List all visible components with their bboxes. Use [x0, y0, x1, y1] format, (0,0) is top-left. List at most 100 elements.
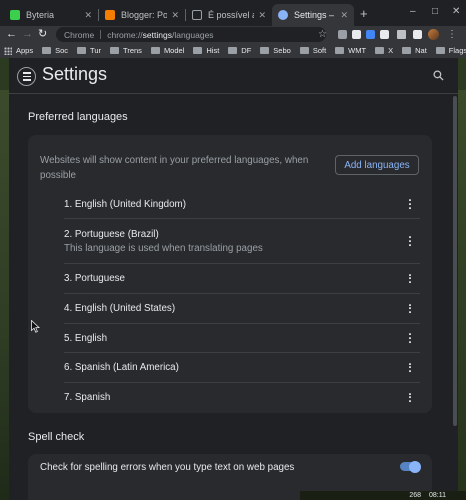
language-row: 7. Spanish: [64, 383, 420, 412]
maximize-icon[interactable]: □: [432, 6, 438, 17]
more-actions-kebab-icon[interactable]: [408, 303, 412, 314]
language-list: 1. English (United Kingdom) 2. Portugues…: [64, 190, 420, 412]
more-actions-kebab-icon[interactable]: [408, 333, 412, 343]
tab-title: Settings – Langua: [294, 10, 336, 20]
spell-check-toggle[interactable]: [400, 460, 421, 473]
extension-icon[interactable]: [366, 30, 375, 39]
bookmark-label: Sebo: [273, 46, 291, 55]
more-actions-kebab-icon[interactable]: [408, 199, 412, 209]
url-host: settings: [142, 29, 172, 40]
close-tab-icon[interactable]: ✕: [171, 10, 179, 21]
shield-extension-icon[interactable]: [338, 30, 347, 39]
more-actions-kebab-icon[interactable]: [408, 236, 412, 246]
page-scrollbar[interactable]: [453, 96, 457, 500]
page-favicon-icon: [192, 10, 202, 20]
site-chip: Chrome: [64, 29, 95, 40]
tab-strip: Byteria ✕ Blogger: Posts ✕ É possível al…: [0, 0, 466, 26]
close-tab-icon[interactable]: ✕: [258, 10, 266, 21]
settings-header: Settings: [9, 58, 458, 94]
bookmarks-bar: Apps Soc Tur Trens Model Hist DF Sebo So…: [0, 43, 466, 58]
bookmark-label: Soc: [55, 46, 69, 55]
more-actions-kebab-icon[interactable]: [408, 273, 412, 284]
bookmark-label: Apps: [16, 46, 34, 55]
bookmark-folder[interactable]: Flags: [435, 46, 466, 55]
more-actions-kebab-icon[interactable]: [408, 392, 412, 403]
bookmark-folder[interactable]: Tur: [77, 46, 101, 55]
bookmark-label: Nat: [415, 46, 427, 55]
clock: 08:11: [429, 492, 446, 499]
puzzle-extensions-icon[interactable]: [397, 30, 406, 39]
bookmark-label: DF: [241, 46, 252, 55]
address-bar[interactable]: Chrome chrome://settings/languages: [56, 27, 326, 42]
folder-icon: [110, 47, 120, 54]
preferred-languages-description: Websites will show content in your prefe…: [40, 155, 309, 181]
language-row: 3. Portuguese: [64, 264, 420, 294]
url-text: chrome://settings/languages: [107, 30, 213, 40]
bookmark-folder[interactable]: X: [375, 46, 393, 55]
bookmark-folder[interactable]: WMT: [335, 46, 366, 55]
back-arrow-icon[interactable]: ←: [6, 27, 17, 42]
bookmark-label: X: [388, 46, 394, 55]
bookmark-label: WMT: [348, 46, 367, 55]
bookmark-label: Model: [163, 46, 185, 55]
url-path: /languages: [171, 29, 214, 40]
minimize-icon[interactable]: –: [410, 6, 416, 17]
reload-icon[interactable]: ↻: [38, 27, 47, 42]
bookmark-star-icon[interactable]: ☆: [318, 27, 327, 42]
new-tab-plus-icon[interactable]: +: [360, 6, 368, 21]
language-row: 1. English (United Kingdom): [64, 190, 420, 219]
tab-byteria[interactable]: Byteria ✕: [4, 4, 98, 26]
system-taskbar: 268 08:11: [300, 491, 466, 500]
folder-icon: [42, 47, 52, 54]
bookmark-folder[interactable]: Trens: [110, 46, 142, 55]
settings-page: Settings Preferred languages Websites wi…: [9, 58, 458, 500]
bookmark-folder[interactable]: Sebo: [260, 46, 291, 55]
tab-blogger[interactable]: Blogger: Posts ✕: [99, 4, 185, 26]
bookmark-folder[interactable]: Model: [150, 46, 185, 55]
profile-avatar[interactable]: [428, 29, 439, 40]
tab-settings-languages[interactable]: Settings – Langua ✕: [272, 4, 354, 26]
preferred-languages-heading: Preferred languages: [28, 111, 128, 123]
language-row: 4. English (United States): [64, 294, 420, 324]
bookmark-apps[interactable]: Apps: [4, 46, 33, 55]
language-name: 2. Portuguese (Brazil): [64, 228, 159, 240]
search-icon[interactable]: [433, 70, 444, 81]
folder-icon: [335, 47, 345, 54]
translation-language-note: This language is used when translating p…: [64, 242, 263, 254]
bookmark-folder[interactable]: Soc: [42, 46, 68, 55]
menu-line: [22, 72, 31, 74]
url-scheme: chrome://: [107, 29, 143, 40]
forward-arrow-icon[interactable]: →: [22, 27, 33, 42]
omnibox-divider: [100, 30, 102, 39]
bookmark-folder[interactable]: Soft: [299, 46, 326, 55]
tab-question[interactable]: É possível alterar ✕: [186, 4, 272, 26]
language-name: 5. English: [64, 332, 108, 344]
folder-icon: [260, 47, 270, 54]
browser-menu-kebab-icon[interactable]: ⋮: [447, 27, 457, 42]
close-tab-icon[interactable]: ✕: [340, 10, 348, 21]
mouse-pointer-icon: [31, 320, 40, 333]
add-languages-button[interactable]: Add languages: [335, 155, 419, 175]
blogger-favicon-icon: [105, 10, 115, 20]
language-row: 2. Portuguese (Brazil) This language is …: [64, 219, 420, 264]
browser-toolbar: ← → ↻ Chrome chrome://settings/languages…: [0, 26, 466, 43]
close-window-icon[interactable]: ✕: [452, 6, 460, 17]
bookmark-label: Trens: [123, 46, 142, 55]
menu-line: [22, 75, 31, 78]
bookmark-folder[interactable]: Hist: [193, 46, 219, 55]
extension-icon[interactable]: [352, 30, 361, 39]
extension-icon[interactable]: [380, 30, 389, 39]
close-tab-icon[interactable]: ✕: [84, 10, 92, 21]
bookmark-folder[interactable]: Nat: [402, 46, 427, 55]
tab-title: É possível alterar: [208, 10, 254, 20]
bookmark-folder[interactable]: DF: [228, 46, 251, 55]
spell-check-label: Check for spelling errors when you type …: [40, 462, 295, 473]
tab-title: Byteria: [26, 10, 55, 20]
more-actions-kebab-icon[interactable]: [408, 362, 412, 373]
reading-list-icon[interactable]: [413, 30, 422, 39]
main-menu-hamburger-icon[interactable]: [17, 67, 36, 86]
bookmark-label: Flags: [448, 46, 466, 55]
language-name: 1. English (United Kingdom): [64, 198, 186, 210]
preferred-languages-card: Websites will show content in your prefe…: [28, 135, 432, 413]
browser-window: Byteria ✕ Blogger: Posts ✕ É possível al…: [0, 0, 466, 500]
